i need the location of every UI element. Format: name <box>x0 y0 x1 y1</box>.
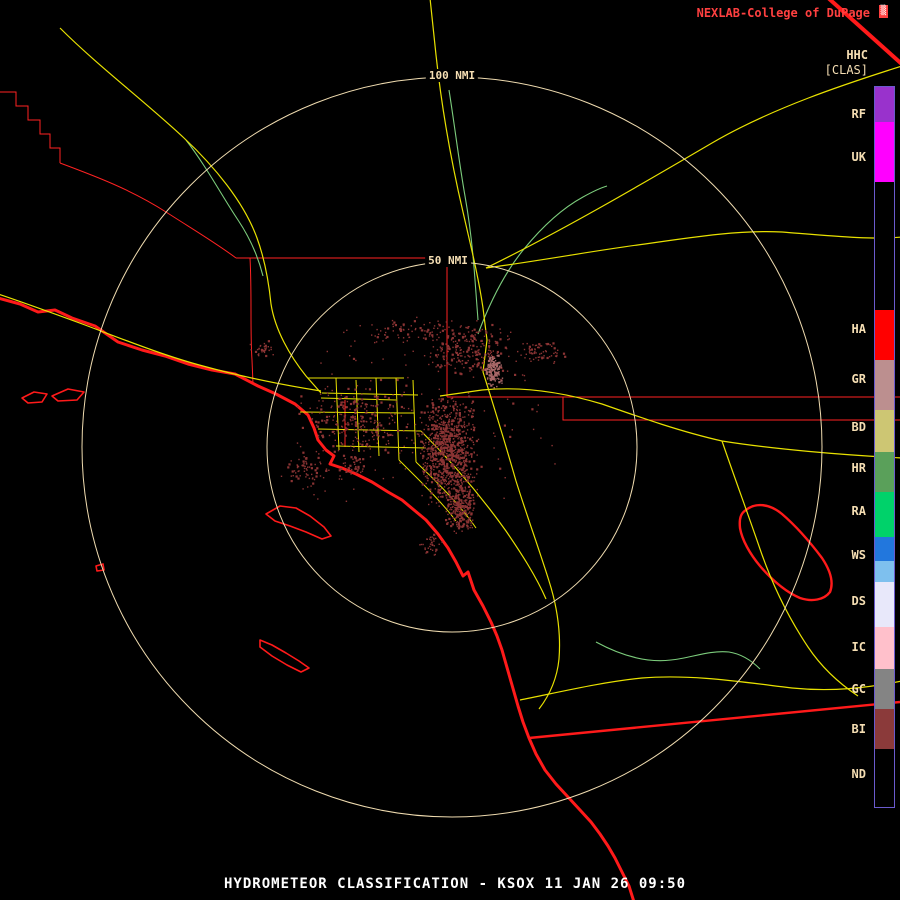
product-mode: [CLAS] <box>825 63 868 77</box>
highway-i15-north <box>430 0 487 372</box>
oc-freeways <box>399 460 476 528</box>
county-boundaries <box>0 92 900 447</box>
legend-segment-HR <box>875 452 894 492</box>
highway-i8-east <box>520 677 900 700</box>
legend-segment-DS <box>875 582 894 627</box>
radar-screen: NEXLAB-College of DuPage ▒ HHC [CLAS] 10… <box>0 0 900 900</box>
river-north <box>449 90 478 320</box>
legend-segment-ND <box>875 749 894 807</box>
legend-segment-GC <box>875 669 894 709</box>
river-southeast <box>596 642 760 669</box>
ring-label-50nmi: 50 NMI <box>425 254 471 267</box>
highway-us101-west <box>0 294 321 391</box>
river-aqueduct <box>186 140 263 276</box>
radar-map <box>0 0 900 900</box>
legend-color-bar <box>874 86 895 808</box>
county-line-diagonal <box>60 163 236 258</box>
echo-layer <box>250 317 567 556</box>
island-anacapa <box>22 392 47 403</box>
ring-label-100nmi: 100 NMI <box>426 69 478 82</box>
island-santa-cruz <box>52 389 84 401</box>
highway-sr86 <box>722 441 858 696</box>
brand-title: NEXLAB-College of DuPage <box>697 6 870 20</box>
highway-i40-east <box>486 232 900 268</box>
island-catalina <box>266 506 331 539</box>
highways <box>0 0 900 709</box>
highway-i15-south <box>483 372 560 709</box>
legend-segment-BD <box>875 410 894 452</box>
county-line-stairstep <box>0 92 60 163</box>
legend-segment-RF <box>875 87 894 122</box>
cod-logo-icon: ▒ <box>879 5 888 18</box>
island-san-clemente <box>260 640 309 672</box>
legend-segment-UK <box>875 122 894 182</box>
product-code: HHC <box>846 48 868 62</box>
legend-segment-IC <box>875 627 894 669</box>
legend-segment-blank <box>875 182 894 310</box>
legend-segment-WS2 <box>875 561 894 582</box>
highway-i10-east <box>440 389 900 458</box>
legend-segment-RA <box>875 492 894 537</box>
county-line-ventura <box>250 258 253 384</box>
salton-sea-outline <box>740 505 832 600</box>
highway-i5-north <box>60 28 321 393</box>
legend-segment-HA <box>875 310 894 360</box>
legend-segment-BI <box>875 709 894 749</box>
legend-segment-GR <box>875 360 894 410</box>
legend-segment-WS <box>875 537 894 561</box>
rivers <box>186 90 760 669</box>
status-bar-text: HYDROMETEOR CLASSIFICATION - KSOX 11 JAN… <box>224 876 686 892</box>
